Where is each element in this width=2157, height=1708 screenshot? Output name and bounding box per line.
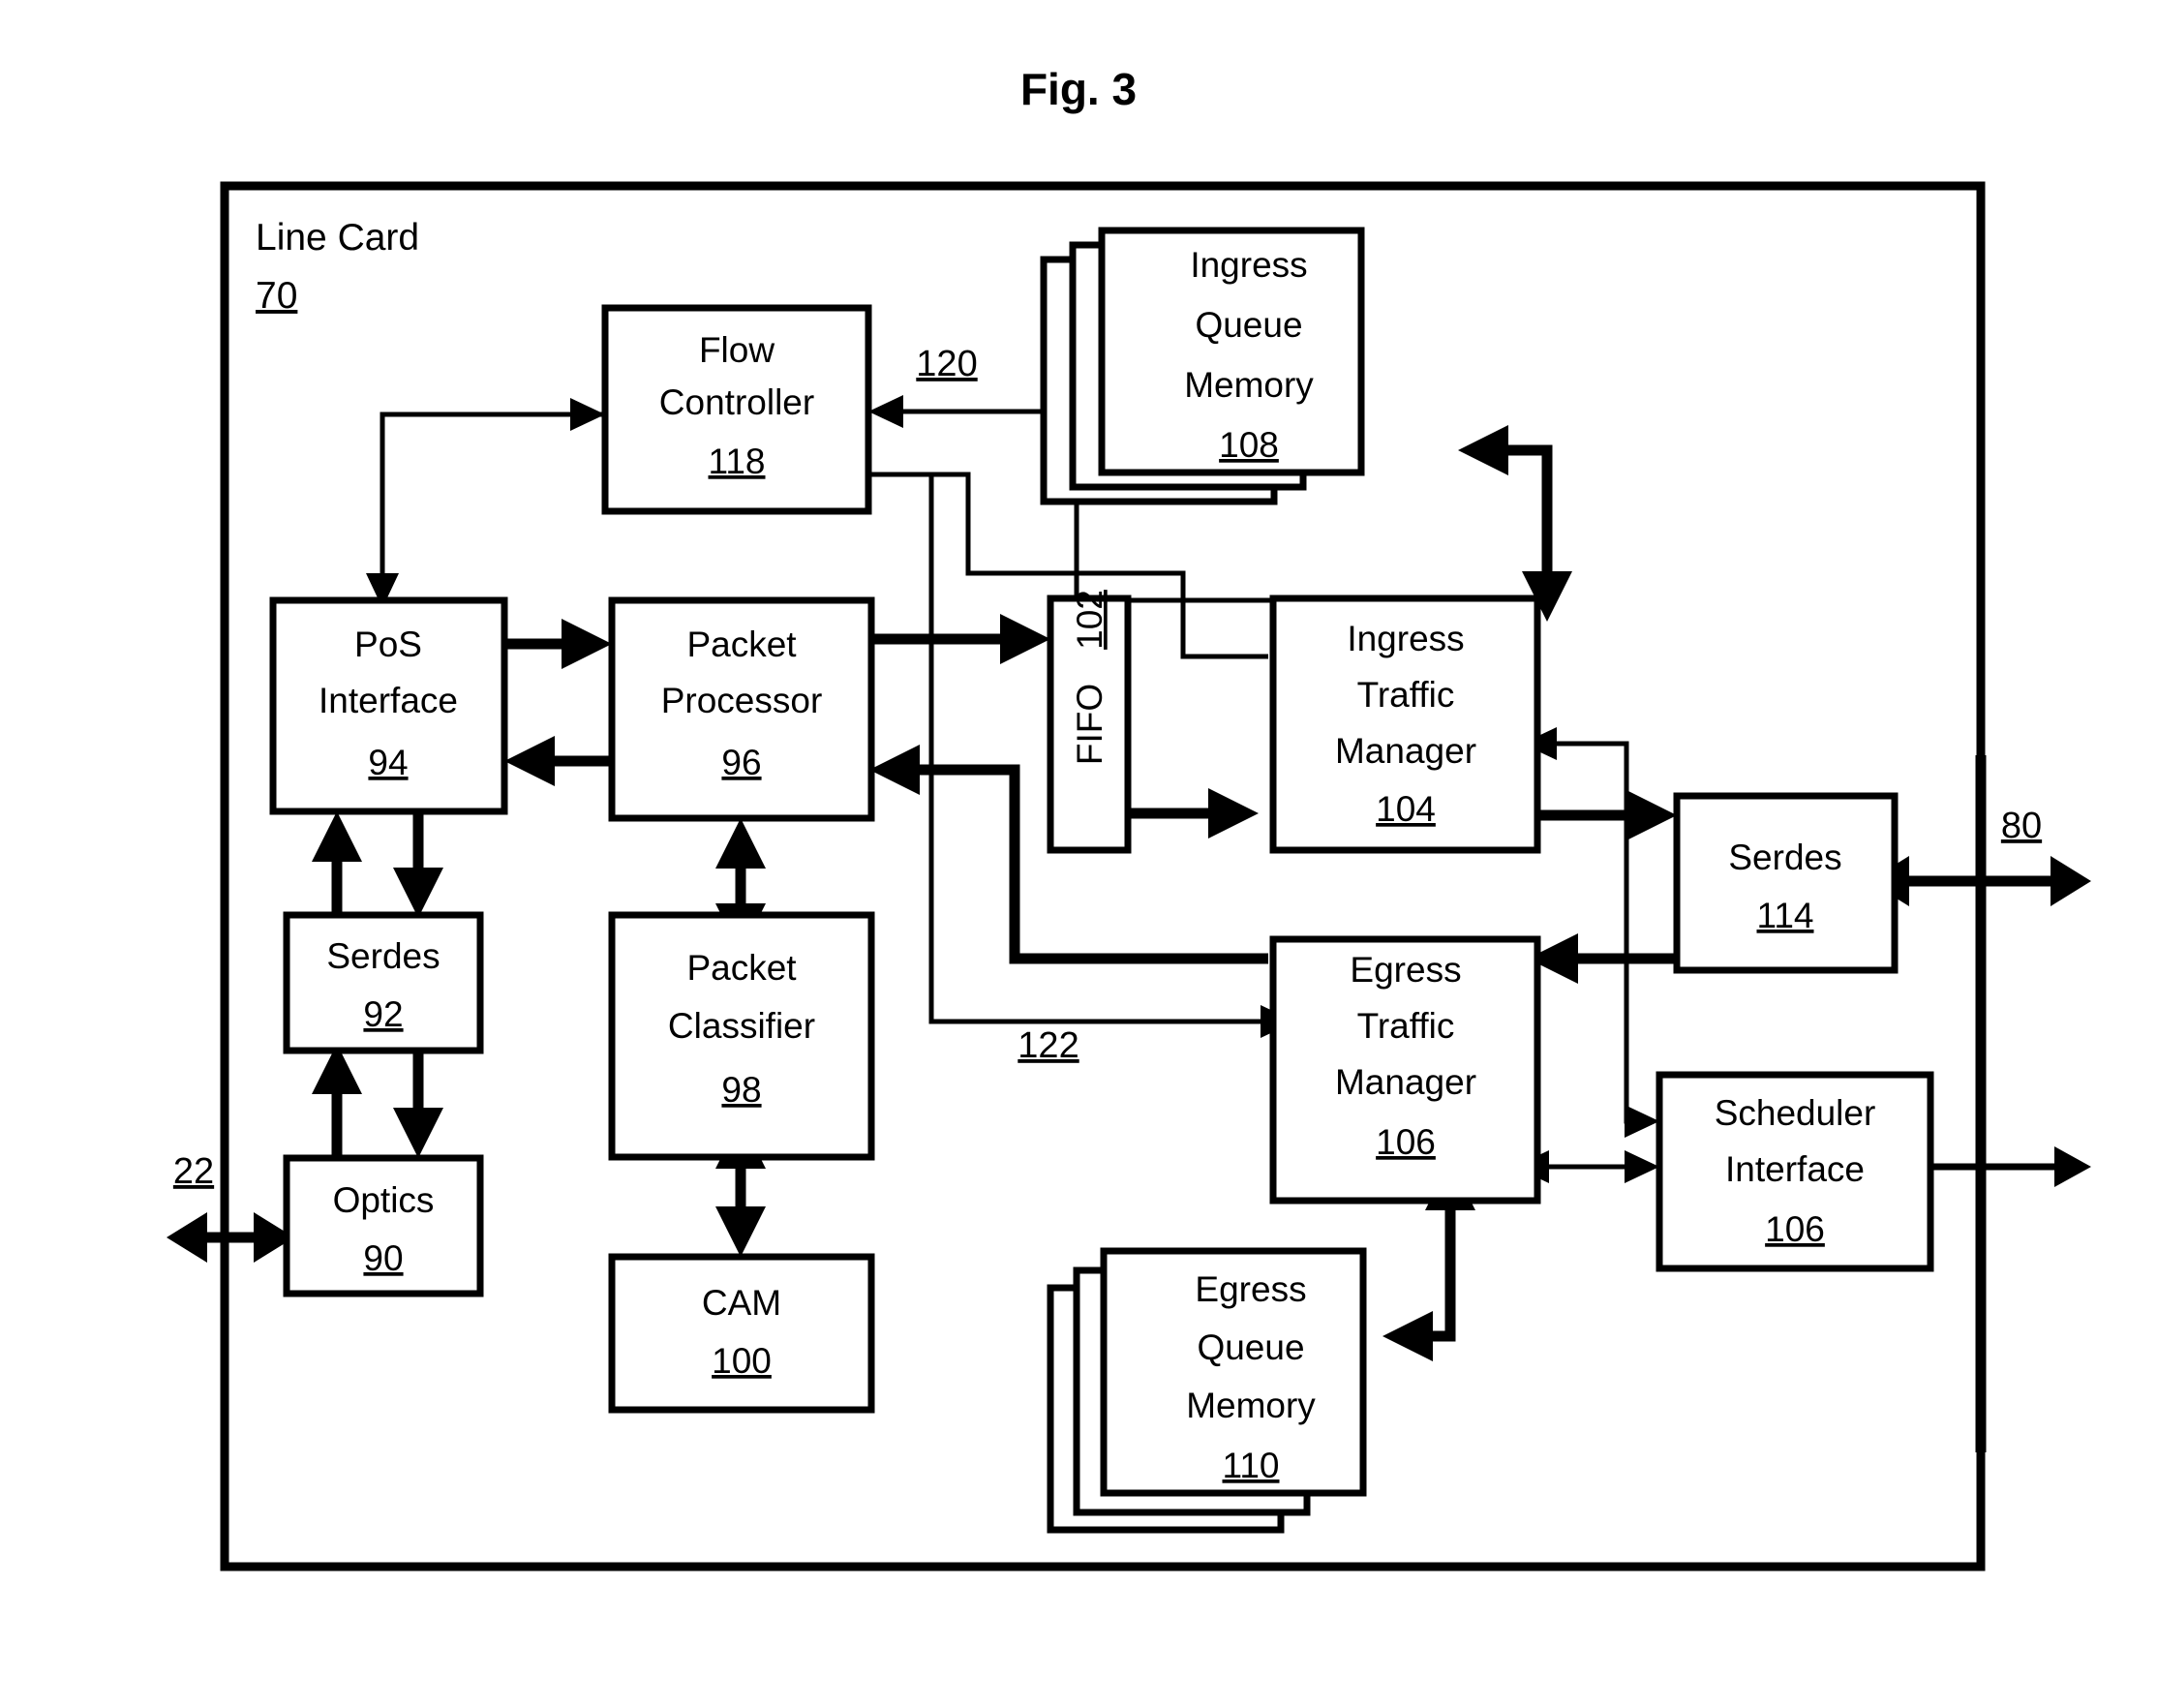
egress-queue-memory-ref: 110	[1223, 1446, 1280, 1485]
fifo-ref: 102	[1070, 590, 1109, 650]
fifo-label: FIFO	[1070, 684, 1109, 765]
block-egress-queue-memory[interactable]: Egress Queue Memory 110	[1047, 1247, 1367, 1534]
block-fifo[interactable]: FIFO 102	[1047, 590, 1132, 854]
ingress-traffic-manager-line3: Manager	[1335, 731, 1476, 771]
figure-title: Fig. 3	[1020, 64, 1137, 114]
wire-packetprocessor-to-pos	[504, 736, 612, 786]
block-serdes-92[interactable]: Serdes 92	[283, 911, 484, 1054]
cam-label: CAM	[702, 1283, 781, 1323]
packet-processor-line1: Packet	[686, 625, 797, 664]
scheduler-interface-ref: 106	[1765, 1209, 1825, 1249]
serdes-92-ref: 92	[363, 994, 403, 1034]
lead-ref-120: 120	[916, 344, 977, 384]
optics-90-ref: 90	[363, 1238, 403, 1278]
ingress-traffic-manager-line2: Traffic	[1357, 675, 1455, 715]
serdes-114-label: Serdes	[1728, 838, 1841, 877]
scheduler-interface-line1: Scheduler	[1715, 1093, 1876, 1133]
wire-branch-to-scheduler	[1624, 1104, 1659, 1138]
ingress-traffic-manager-line1: Ingress	[1347, 619, 1464, 658]
block-cam[interactable]: CAM 100	[608, 1253, 875, 1414]
wire-pos-to-packetprocessor	[504, 619, 612, 669]
packet-classifier-line2: Classifier	[668, 1006, 815, 1046]
wire-itm-to-serdes114	[1537, 790, 1677, 840]
wire-flowcontroller-to-pos	[366, 398, 605, 608]
block-optics-90[interactable]: Optics 90	[283, 1154, 484, 1297]
pos-interface-ref: 94	[368, 743, 408, 782]
optics-90-label: Optics	[333, 1180, 435, 1220]
pos-interface-line1: PoS	[354, 625, 422, 664]
patent-figure-diagram: Fig. 3 Line Card 70 Flow Controller 118 …	[167, 64, 2091, 1571]
wire-22-external-optics	[167, 1212, 294, 1263]
packet-processor-line2: Processor	[661, 681, 823, 720]
figure-root: Fig. 3 Line Card 70 Flow Controller 118 …	[0, 0, 2157, 1708]
line-card-ref: 70	[256, 275, 297, 317]
ingress-queue-memory-ref: 108	[1219, 425, 1279, 465]
block-ingress-queue-memory[interactable]: Ingress Queue Memory 108	[1040, 227, 1365, 505]
flow-controller-ref: 118	[709, 442, 766, 481]
ingress-queue-memory-line3: Memory	[1184, 365, 1314, 405]
egress-traffic-manager-line3: Manager	[1335, 1062, 1476, 1102]
block-packet-classifier[interactable]: Packet Classifier 98	[608, 911, 875, 1161]
egress-queue-memory-line3: Memory	[1186, 1386, 1316, 1425]
wire-pos-serdes92-down	[393, 811, 443, 918]
egress-queue-memory-line1: Egress	[1195, 1269, 1306, 1309]
block-ingress-traffic-manager[interactable]: Ingress Traffic Manager 104	[1269, 595, 1541, 854]
block-flow-controller[interactable]: Flow Controller 118	[601, 304, 872, 515]
pos-interface-line2: Interface	[319, 681, 458, 720]
wire-packetprocessor-to-fifo	[871, 614, 1050, 664]
serdes-92-label: Serdes	[326, 936, 440, 976]
block-scheduler-interface[interactable]: Scheduler Interface 106	[1656, 1071, 1934, 1272]
wire-serdes114-to-etm	[1528, 933, 1677, 984]
egress-traffic-manager-line1: Egress	[1350, 950, 1461, 990]
packet-classifier-line1: Packet	[686, 948, 797, 988]
flow-controller-line1: Flow	[699, 330, 775, 370]
wire-serdes92-optics-up	[312, 1044, 362, 1160]
block-packet-processor[interactable]: Packet Processor 96	[608, 596, 875, 822]
cam-ref: 100	[712, 1341, 772, 1381]
block-serdes-114[interactable]: Serdes 114	[1673, 792, 1899, 974]
scheduler-interface-line2: Interface	[1725, 1149, 1865, 1189]
egress-traffic-manager-ref: 106	[1376, 1122, 1436, 1162]
wire-fifo-to-itm	[1128, 788, 1259, 839]
block-pos-interface[interactable]: PoS Interface 94	[269, 596, 508, 815]
block-egress-traffic-manager[interactable]: Egress Traffic Manager 106	[1269, 935, 1541, 1205]
line-card-label: Line Card	[256, 217, 419, 259]
packet-processor-ref: 96	[721, 743, 761, 782]
wire-itm-to-ingressqueuememory	[1458, 425, 1572, 622]
ingress-queue-memory-line1: Ingress	[1190, 245, 1307, 285]
lead-ref-122: 122	[1018, 1025, 1078, 1066]
ingress-queue-memory-line2: Queue	[1195, 305, 1302, 345]
lead-ref-22: 22	[173, 1151, 214, 1192]
serdes-114-ref: 114	[1757, 896, 1814, 935]
ingress-traffic-manager-ref: 104	[1376, 789, 1436, 829]
flow-controller-line2: Controller	[659, 382, 814, 422]
egress-queue-memory-line2: Queue	[1197, 1327, 1304, 1367]
lead-ref-80: 80	[2001, 806, 2042, 846]
egress-traffic-manager-line2: Traffic	[1357, 1006, 1455, 1046]
wire-serdes92-optics-down	[393, 1044, 443, 1158]
packet-classifier-ref: 98	[721, 1070, 761, 1110]
wire-pos-serdes92-up	[312, 811, 362, 915]
